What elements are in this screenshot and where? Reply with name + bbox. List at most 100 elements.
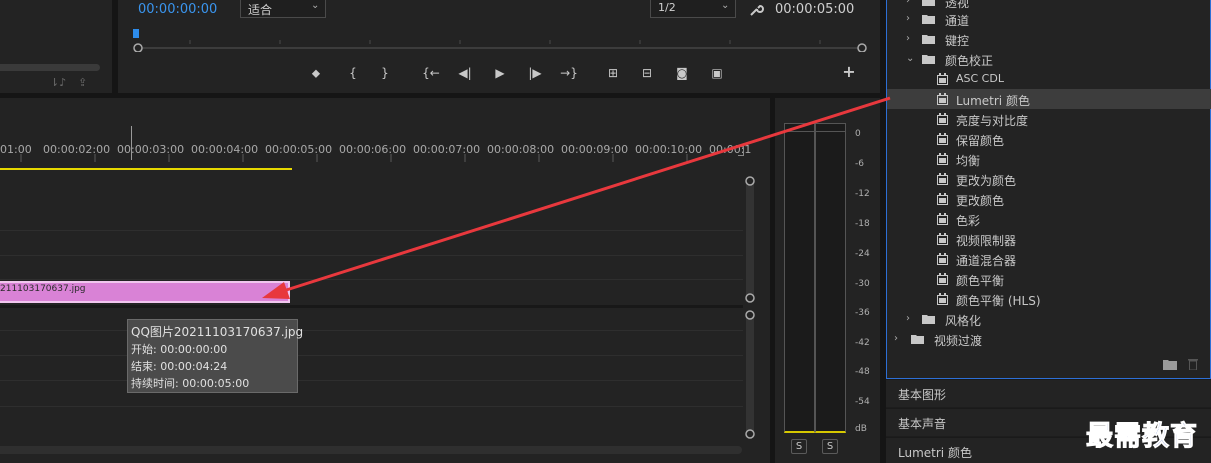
compare-view-icon[interactable]: ▣	[706, 64, 728, 82]
tree-row-color-correction[interactable]: ⌄ 颜色校正	[887, 49, 1211, 69]
effect-icon	[937, 73, 948, 85]
panel-gutter[interactable]	[770, 98, 775, 463]
new-bin-icon[interactable]	[1163, 358, 1177, 370]
tree-label: 保留颜色	[956, 134, 1005, 148]
meter-scale-label: -36	[855, 308, 870, 318]
audio-tracks-scrollbar[interactable]	[743, 308, 757, 440]
trash-icon[interactable]	[1187, 357, 1199, 370]
ruler-label: 00:00:08:00	[487, 143, 555, 156]
meter-scale-label: -30	[855, 279, 870, 289]
ruler-label: 00:00:09:00	[561, 143, 629, 156]
meter-peak-right	[816, 124, 845, 132]
step-back-icon[interactable]: ◀|	[454, 64, 476, 82]
clip-tooltip: QQ图片20211103170637.jpg 开始: 00:00:00:00 结…	[127, 319, 303, 393]
tree-row-stylize[interactable]: › 风格化	[887, 309, 1211, 329]
tree-row-channel-mixer[interactable]: 通道混合器	[887, 249, 1211, 269]
effect-icon	[937, 233, 948, 245]
panel-gutter[interactable]	[880, 0, 886, 463]
meter-scale-label: 0	[855, 129, 861, 139]
step-forward-icon[interactable]: |▶	[524, 64, 546, 82]
solo-right-button[interactable]: S	[822, 439, 838, 454]
add-button[interactable]: +	[838, 63, 860, 81]
tree-row-leave-color[interactable]: 保留颜色	[887, 129, 1211, 149]
ruler-label: 00:00:07:00	[413, 143, 481, 156]
folder-icon	[922, 315, 935, 324]
panel-gutter[interactable]	[112, 0, 118, 93]
clip-name: 211103170637.jpg	[0, 284, 86, 294]
tree-row-brightness-contrast[interactable]: 亮度与对比度	[887, 109, 1211, 129]
tree-row-change-to-color[interactable]: 更改为颜色	[887, 169, 1211, 189]
chevron-right-icon: ›	[906, 13, 910, 24]
wrench-icon[interactable]	[748, 2, 764, 18]
tree-row-video-transitions[interactable]: › 视频过渡	[887, 329, 1211, 349]
ruler-label: 00:00:05:00	[265, 143, 333, 156]
tree-row-channel[interactable]: › 通道	[887, 9, 1211, 29]
program-scrubber[interactable]	[130, 26, 870, 52]
mark-in-icon[interactable]: {	[342, 64, 364, 82]
go-to-in-icon[interactable]: {←	[420, 64, 442, 82]
basic-graphics-tab[interactable]: 基本图形	[886, 379, 1211, 407]
add-marker-icon[interactable]: ⬥	[305, 64, 327, 82]
folder-icon	[911, 335, 924, 344]
video-tracks-scrollbar[interactable]	[743, 174, 757, 304]
tree-label: 视频限制器	[956, 234, 1017, 248]
video-audio-divider[interactable]	[0, 305, 743, 308]
export-audio-icon[interactable]: ⇂♪	[50, 76, 66, 89]
tree-row-change-color[interactable]: 更改颜色	[887, 189, 1211, 209]
tree-row-equalize[interactable]: 均衡	[887, 149, 1211, 169]
tree-label: 通道混合器	[956, 254, 1017, 268]
extract-icon[interactable]: ⊟	[636, 64, 658, 82]
tree-label: 颜色平衡	[956, 274, 1005, 288]
effect-icon	[937, 133, 948, 145]
solo-left-button[interactable]: S	[791, 439, 807, 454]
play-icon[interactable]: ▶	[489, 64, 511, 82]
tree-row-video-limiter[interactable]: 视频限制器	[887, 229, 1211, 249]
zoom-select[interactable]: 适合 ⌄	[240, 0, 326, 18]
folder-icon	[922, 35, 935, 44]
effect-icon	[937, 213, 948, 225]
tree-label: ASC CDL	[956, 72, 1004, 85]
effect-icon	[937, 93, 948, 105]
source-scrub-bar[interactable]	[0, 64, 100, 71]
tree-label: Lumetri 颜色	[956, 94, 1030, 108]
tree-label: 键控	[945, 34, 970, 48]
resolution-select-value: 1/2	[658, 1, 676, 14]
tree-label: 视频过渡	[934, 334, 983, 348]
tree-row-color-balance[interactable]: 颜色平衡	[887, 269, 1211, 289]
chevron-down-icon: ⌄	[311, 0, 320, 11]
effect-icon	[937, 293, 948, 305]
tree-label: 均衡	[956, 154, 981, 168]
resolution-select[interactable]: 1/2 ⌄	[650, 0, 736, 18]
basic-sound-label: 基本声音	[898, 417, 947, 431]
tree-row-keying[interactable]: › 键控	[887, 29, 1211, 49]
tree-row-asc-cdl[interactable]: ASC CDL	[887, 69, 1211, 89]
current-timecode[interactable]: 00:00:00:00	[138, 2, 217, 17]
basic-graphics-label: 基本图形	[898, 388, 947, 402]
panel-gutter[interactable]	[0, 93, 880, 98]
tree-label: 亮度与对比度	[956, 114, 1029, 128]
camera-icon[interactable]: ◙	[671, 64, 693, 82]
export-frame-icon[interactable]: ⇪	[78, 76, 87, 89]
timeline-clip[interactable]: 211103170637.jpg	[0, 281, 290, 303]
mark-out-icon[interactable]: }	[374, 64, 396, 82]
meter-scale-label: -48	[855, 367, 870, 377]
work-area-bar[interactable]	[0, 168, 292, 170]
tree-label: 风格化	[945, 314, 982, 328]
horizontal-scrollbar[interactable]	[0, 446, 742, 454]
tree-row-lumetri-color[interactable]: Lumetri 颜色	[887, 89, 1211, 109]
meter-scale-label: -6	[855, 159, 864, 169]
tree-row-tint[interactable]: 色彩	[887, 209, 1211, 229]
meter-channel-right	[815, 123, 846, 433]
lift-icon[interactable]: ⊞	[602, 64, 624, 82]
tree-label: 色彩	[956, 214, 981, 228]
tree-label: 更改颜色	[956, 194, 1005, 208]
effect-icon	[937, 273, 948, 285]
effects-tree: › 透视 › 通道 › 键控 ⌄ 颜色校正 ASC CDL Lumetri 颜色	[887, 0, 1211, 350]
ruler-label: 00:00:02:00	[43, 143, 111, 156]
track-divider	[0, 255, 743, 256]
go-to-out-icon[interactable]: →}	[558, 64, 580, 82]
meter-peak-left	[785, 124, 814, 132]
folder-icon	[922, 0, 935, 6]
tree-row-color-balance-hls[interactable]: 颜色平衡 (HLS)	[887, 289, 1211, 309]
folder-open-icon	[922, 55, 935, 64]
